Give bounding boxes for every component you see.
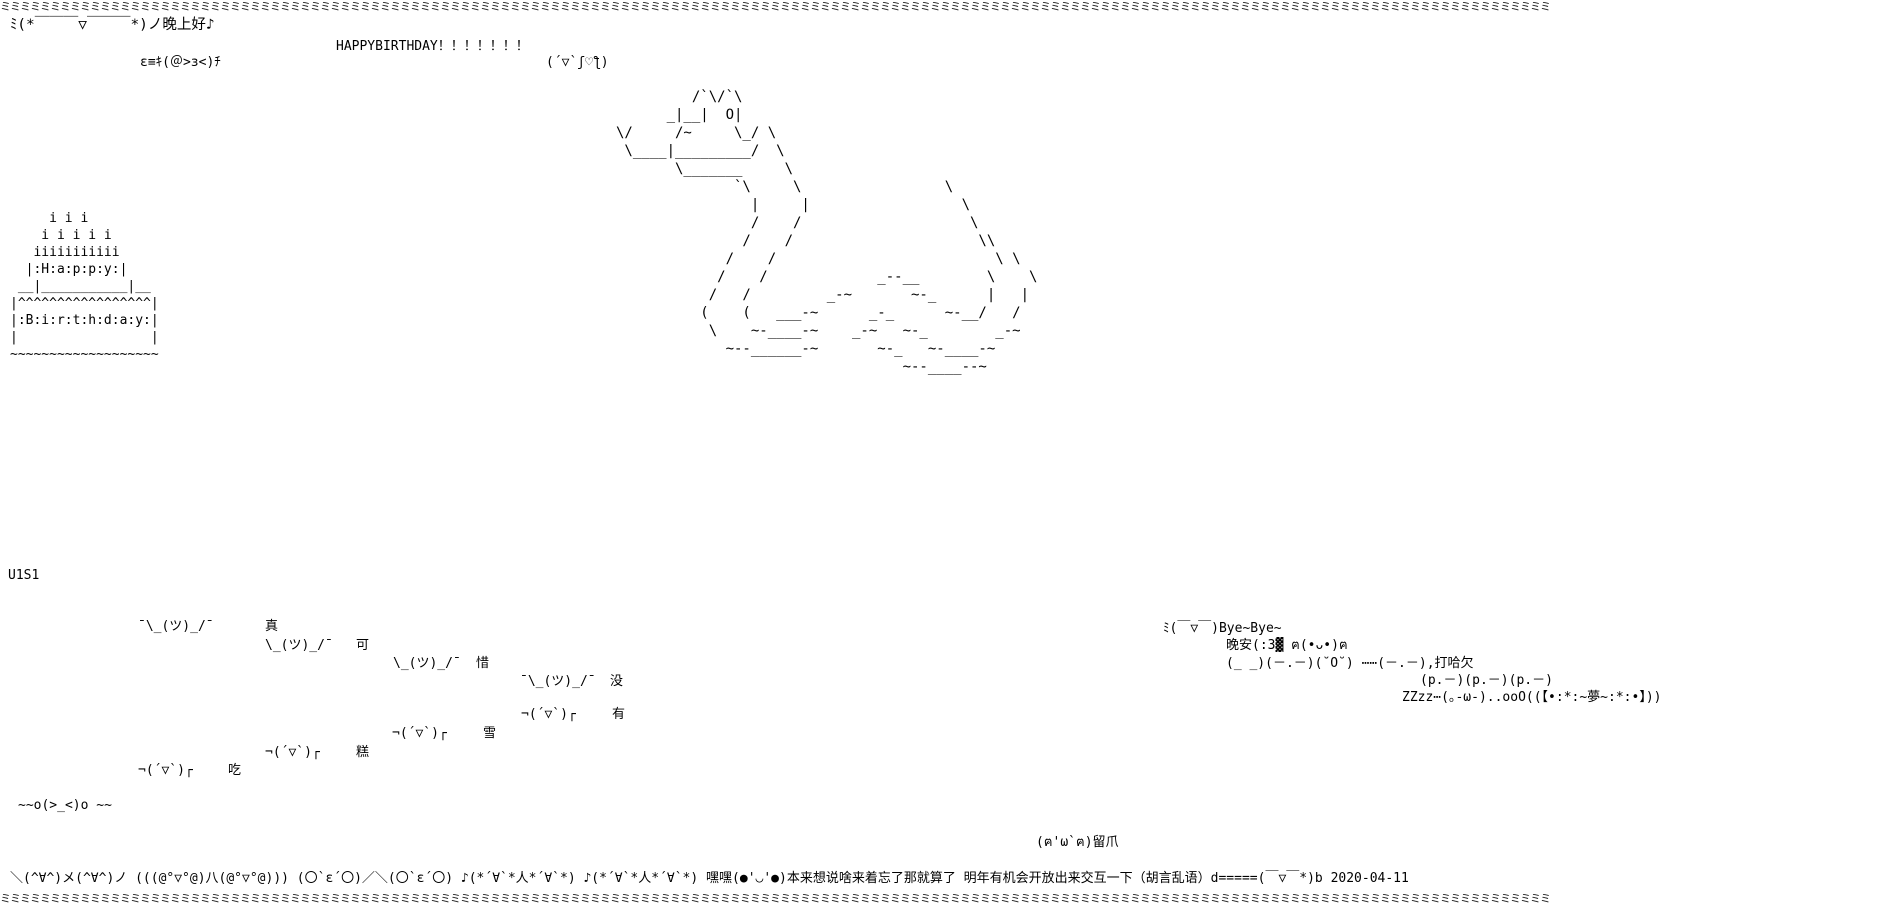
snake-ascii-art: /`\/`\ _|__| O| \/ /~ \_/ \ \____|______… <box>616 89 1038 375</box>
user-name-label: U1S1 <box>8 568 40 583</box>
top-border-pattern: ミミミミミミミミミミミミミミミミミミミミミミミミミミミミミミミミミミミミミミミミ… <box>0 2 1551 12</box>
dance-word-3: 糕 <box>356 745 370 760</box>
dance-word-1: 有 <box>612 707 626 722</box>
wave-emoticon: ~~o(>_<)o ~~ <box>18 798 112 813</box>
shrug-word-2: 可 <box>356 638 370 653</box>
greeting-text: ﾐ(*￣￣￣▽￣￣￣*)ノ晚上好♪ <box>10 17 215 33</box>
heart-face-emoticon: (´▽`ʃ♡ƪ) <box>546 55 609 70</box>
shrug-word-1: 真 <box>265 619 279 634</box>
dance-face-2: ¬(´▽`)┌ <box>392 726 447 741</box>
dance-word-4: 吃 <box>228 763 242 778</box>
dance-face-1: ¬(´▽`)┌ <box>521 707 576 722</box>
shrug-face-3: \_(ツ)_/¯ <box>393 656 461 671</box>
shrug-face-4: ¯\_(ツ)_/¯ <box>520 674 596 689</box>
bee-face-emoticon: ε≡ｷ(＠>з<)ﾁ <box>140 55 221 70</box>
paw-text: (ฅ'ω`ฅ)留爪 <box>1036 835 1119 850</box>
dance-face-4: ¬(´▽`)┌ <box>138 763 193 778</box>
bye-text: ﾐ(￣▽￣)Bye~Bye~ <box>1163 621 1282 636</box>
shrug-word-4: 没 <box>610 674 624 689</box>
shrug-face-2: \_(ツ)_/¯ <box>265 638 333 653</box>
bottom-border-pattern: ミミミミミミミミミミミミミミミミミミミミミミミミミミミミミミミミミミミミミミミミ… <box>0 894 1551 904</box>
footer-message: ＼(^∀^)メ(^∀^)ノ (((@°▽°@)八(@°▽°@))) (〇`ε´〇… <box>10 871 1409 886</box>
happy-birthday-title: HAPPYBIRTHDAY！！！！！！！ <box>336 39 529 54</box>
zzz-dream-text: ZZzz⋯(｡-ω-)..ooO((【•:*:~夢~:*:•】)) <box>1402 690 1662 705</box>
yawn-text: (_ _)(－.－)(˘O˘) ⋯⋯(－.－),打哈欠 <box>1226 656 1474 671</box>
sleepy-faces: (p.－)(p.－)(p.－) <box>1420 673 1553 688</box>
shrug-word-3: 惜 <box>476 656 490 671</box>
dance-word-2: 雪 <box>483 726 497 741</box>
goodnight-text: 晚安(:3▓ ฅ(•ᴗ•)ฅ <box>1226 638 1348 653</box>
birthday-cake-ascii-art: i i i i i i i i iiiiiiiiiii |:H:a:p:p:y:… <box>10 211 159 362</box>
dance-face-3: ¬(´▽`)┌ <box>265 745 320 760</box>
shrug-face-1: ¯\_(ツ)_/¯ <box>138 619 214 634</box>
